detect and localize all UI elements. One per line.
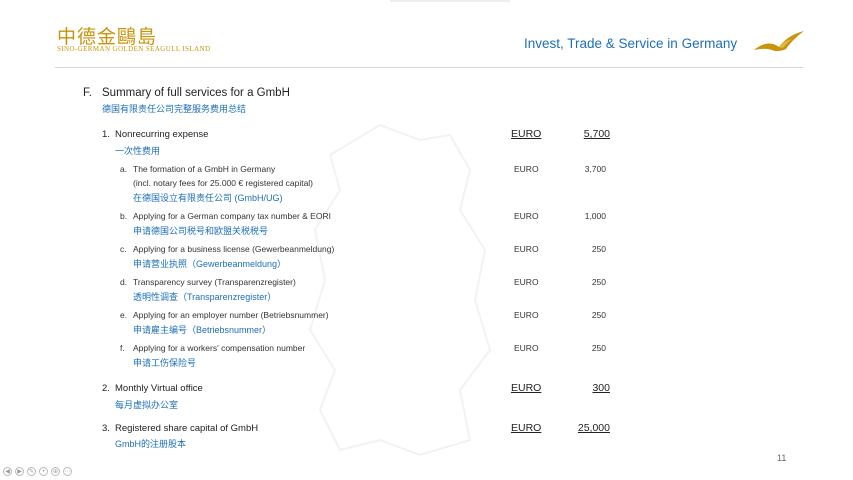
subitem-tax-number: b. Applying for a German company tax numb… <box>120 211 331 221</box>
section-title-cn: 德国有限责任公司完整服务费用总结 <box>102 104 247 114</box>
subitem-amount: 250 <box>591 244 606 254</box>
pen-icon[interactable]: ✎ <box>27 467 36 476</box>
subitem-label: Applying for a German company tax number… <box>133 211 331 221</box>
subitem-letter: d. <box>120 277 128 287</box>
subitem-note: (incl. notary fees for 25.000 € register… <box>133 178 314 188</box>
subitem-label: Applying for an employer number (Betrieb… <box>133 310 329 320</box>
subitem-label: Transparency survey (Transparenzregister… <box>133 277 296 287</box>
subitem-gmbh-formation: a. The formation of a GmbH in Germany <box>120 164 275 174</box>
slide: 中德金鷗島 SINO-GERMAN GOLDEN SEAGULL ISLAND … <box>0 0 853 480</box>
prev-icon[interactable]: ◀ <box>3 467 12 476</box>
subitem-amount: 250 <box>591 343 606 353</box>
menu-icon[interactable]: ⋯ <box>63 467 72 476</box>
item-label: Nonrecurring expense <box>115 129 209 140</box>
item-label: Monthly Virtual office <box>115 383 203 394</box>
subitem-currency: EURO <box>514 343 539 353</box>
tagline: Invest, Trade & Service in Germany <box>524 36 738 51</box>
item-number: 1. <box>102 129 110 140</box>
subitem-currency: EURO <box>514 211 539 221</box>
item-amount: 300 <box>592 382 610 394</box>
section-title: F. Summary of full services for a GmbH <box>83 87 290 99</box>
next-icon[interactable]: ▶ <box>15 467 24 476</box>
subitem-currency: EURO <box>514 244 539 254</box>
subitem-letter: c. <box>120 244 127 254</box>
subitem-label: Applying for a business license (Gewerbe… <box>133 244 335 254</box>
subitem-label-cn: 透明性调查（Transparenzregister） <box>133 292 277 302</box>
item-nonrecurring: 1. Nonrecurring expense <box>102 129 208 140</box>
subitem-amount: 3,700 <box>584 164 606 174</box>
item-currency: EURO <box>511 382 542 394</box>
subitem-workers-compensation: f. Applying for a workers' compensation n… <box>120 343 305 353</box>
section-title-text: Summary of full services for a GmbH <box>102 87 290 99</box>
subitem-label: Applying for a workers' compensation num… <box>133 343 306 353</box>
subitem-label-cn: 申请德国公司税号和欧盟关税税号 <box>133 226 269 236</box>
subitem-letter: b. <box>120 211 128 221</box>
item-amount: 5,700 <box>583 128 610 140</box>
item-label-cn: 每月虚拟办公室 <box>115 400 179 410</box>
subitem-currency: EURO <box>514 164 539 174</box>
subitem-currency: EURO <box>514 277 539 287</box>
subitem-label: The formation of a GmbH in Germany <box>133 164 276 174</box>
top-divider <box>390 0 510 2</box>
subitem-employer-number: e. Applying for an employer number (Betri… <box>120 310 329 320</box>
item-share-capital: 3. Registered share capital of GmbH <box>102 423 258 434</box>
subitem-transparency: d. Transparency survey (Transparenzregist… <box>120 277 296 287</box>
subitem-label-cn: 申请工伤保险号 <box>133 358 197 368</box>
pointer-icon[interactable]: • <box>39 467 48 476</box>
item-label: Registered share capital of GmbH <box>115 423 259 434</box>
header-divider <box>55 67 803 68</box>
subitem-letter: e. <box>120 310 128 320</box>
item-currency: EURO <box>511 422 542 434</box>
slideshow-toolbar: ◀ ▶ ✎ • ⊕ ⋯ <box>3 467 72 476</box>
item-virtual-office: 2. Monthly Virtual office <box>102 383 203 394</box>
subitem-letter: f. <box>120 343 125 353</box>
subitem-label-cn: 申请雇主编号（Betriebsnummer） <box>133 325 272 335</box>
subitem-currency: EURO <box>514 310 539 320</box>
item-amount: 25,000 <box>577 422 610 434</box>
item-label-cn: GmbH的注册股本 <box>115 439 187 449</box>
seagull-logo-icon <box>754 31 804 52</box>
subitem-amount: 1,000 <box>584 211 606 221</box>
page-number: 11 <box>777 453 787 463</box>
subitem-label-cn: 申请营业执照（Gewerbeanmeldung） <box>133 259 287 269</box>
germany-map-watermark <box>308 123 492 457</box>
subitem-label-cn: 在德国设立有限责任公司 (GmbH/UG) <box>133 193 283 203</box>
item-number: 3. <box>102 423 110 434</box>
subitem-amount: 250 <box>591 310 606 320</box>
brand-name-en: SINO-GERMAN GOLDEN SEAGULL ISLAND <box>57 45 211 53</box>
item-number: 2. <box>102 383 110 394</box>
subitem-business-license: c. Applying for a business license (Gewer… <box>120 244 334 254</box>
section-letter: F. <box>83 87 92 99</box>
item-label-cn: 一次性费用 <box>115 146 161 156</box>
subitem-letter: a. <box>120 164 128 174</box>
subitem-amount: 250 <box>591 277 606 287</box>
zoom-icon[interactable]: ⊕ <box>51 467 60 476</box>
item-currency: EURO <box>511 128 542 140</box>
